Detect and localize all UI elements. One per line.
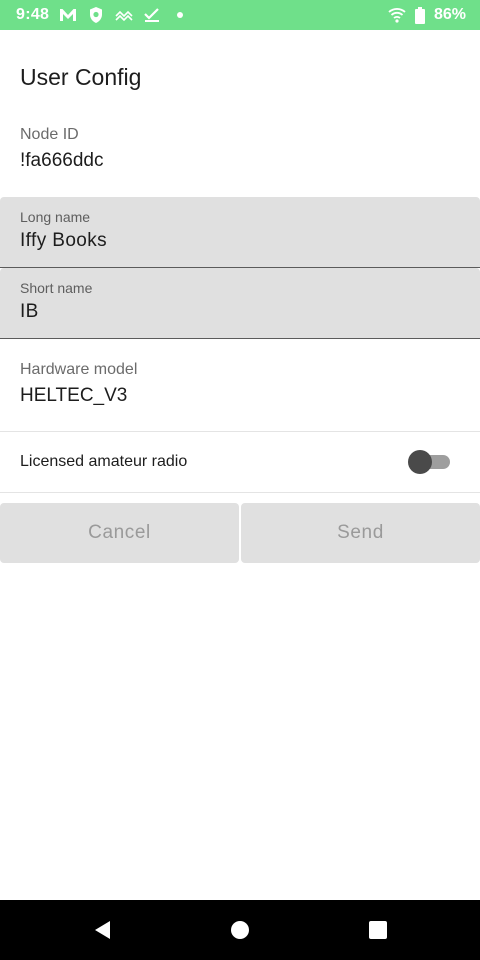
dot-icon	[171, 6, 189, 24]
navigation-bar	[0, 900, 480, 960]
recents-icon[interactable]	[366, 918, 390, 942]
short-name-value[interactable]: IB	[20, 301, 460, 323]
swap-icon	[115, 6, 133, 24]
long-name-input[interactable]: Long name Iffy Books	[0, 197, 480, 268]
switch-thumb	[408, 450, 432, 474]
node-id-label: Node ID	[20, 126, 79, 143]
battery-icon	[411, 6, 429, 24]
node-id-value: !fa666ddc	[20, 150, 104, 171]
hardware-model-value: HELTEC_V3	[20, 385, 128, 406]
divider	[0, 492, 480, 493]
check-icon	[143, 6, 161, 24]
hardware-model-label: Hardware model	[20, 361, 138, 378]
status-bar: 9:48 86%	[0, 0, 480, 30]
status-time: 9:48	[16, 6, 50, 23]
send-button[interactable]: Send	[241, 503, 480, 563]
long-name-label: Long name	[20, 209, 91, 225]
licensed-radio-label: Licensed amateur radio	[20, 453, 188, 470]
short-name-label: Short name	[20, 280, 93, 296]
vpn-shield-icon	[87, 6, 105, 24]
short-name-input[interactable]: Short name IB	[0, 268, 480, 339]
wifi-icon	[388, 6, 406, 24]
licensed-radio-switch[interactable]	[408, 450, 452, 474]
page-title: User Config	[20, 64, 142, 90]
battery-percent: 86%	[433, 6, 466, 23]
node-id-field: Node ID !fa666ddc	[0, 126, 480, 172]
home-icon[interactable]	[228, 918, 252, 942]
cancel-button[interactable]: Cancel	[0, 503, 239, 563]
long-name-value[interactable]: Iffy Books	[20, 230, 460, 252]
licensed-radio-row[interactable]: Licensed amateur radio	[0, 432, 480, 492]
hardware-model-field: Hardware model HELTEC_V3	[0, 361, 480, 407]
gmail-icon	[59, 6, 77, 24]
back-icon[interactable]	[90, 918, 114, 942]
